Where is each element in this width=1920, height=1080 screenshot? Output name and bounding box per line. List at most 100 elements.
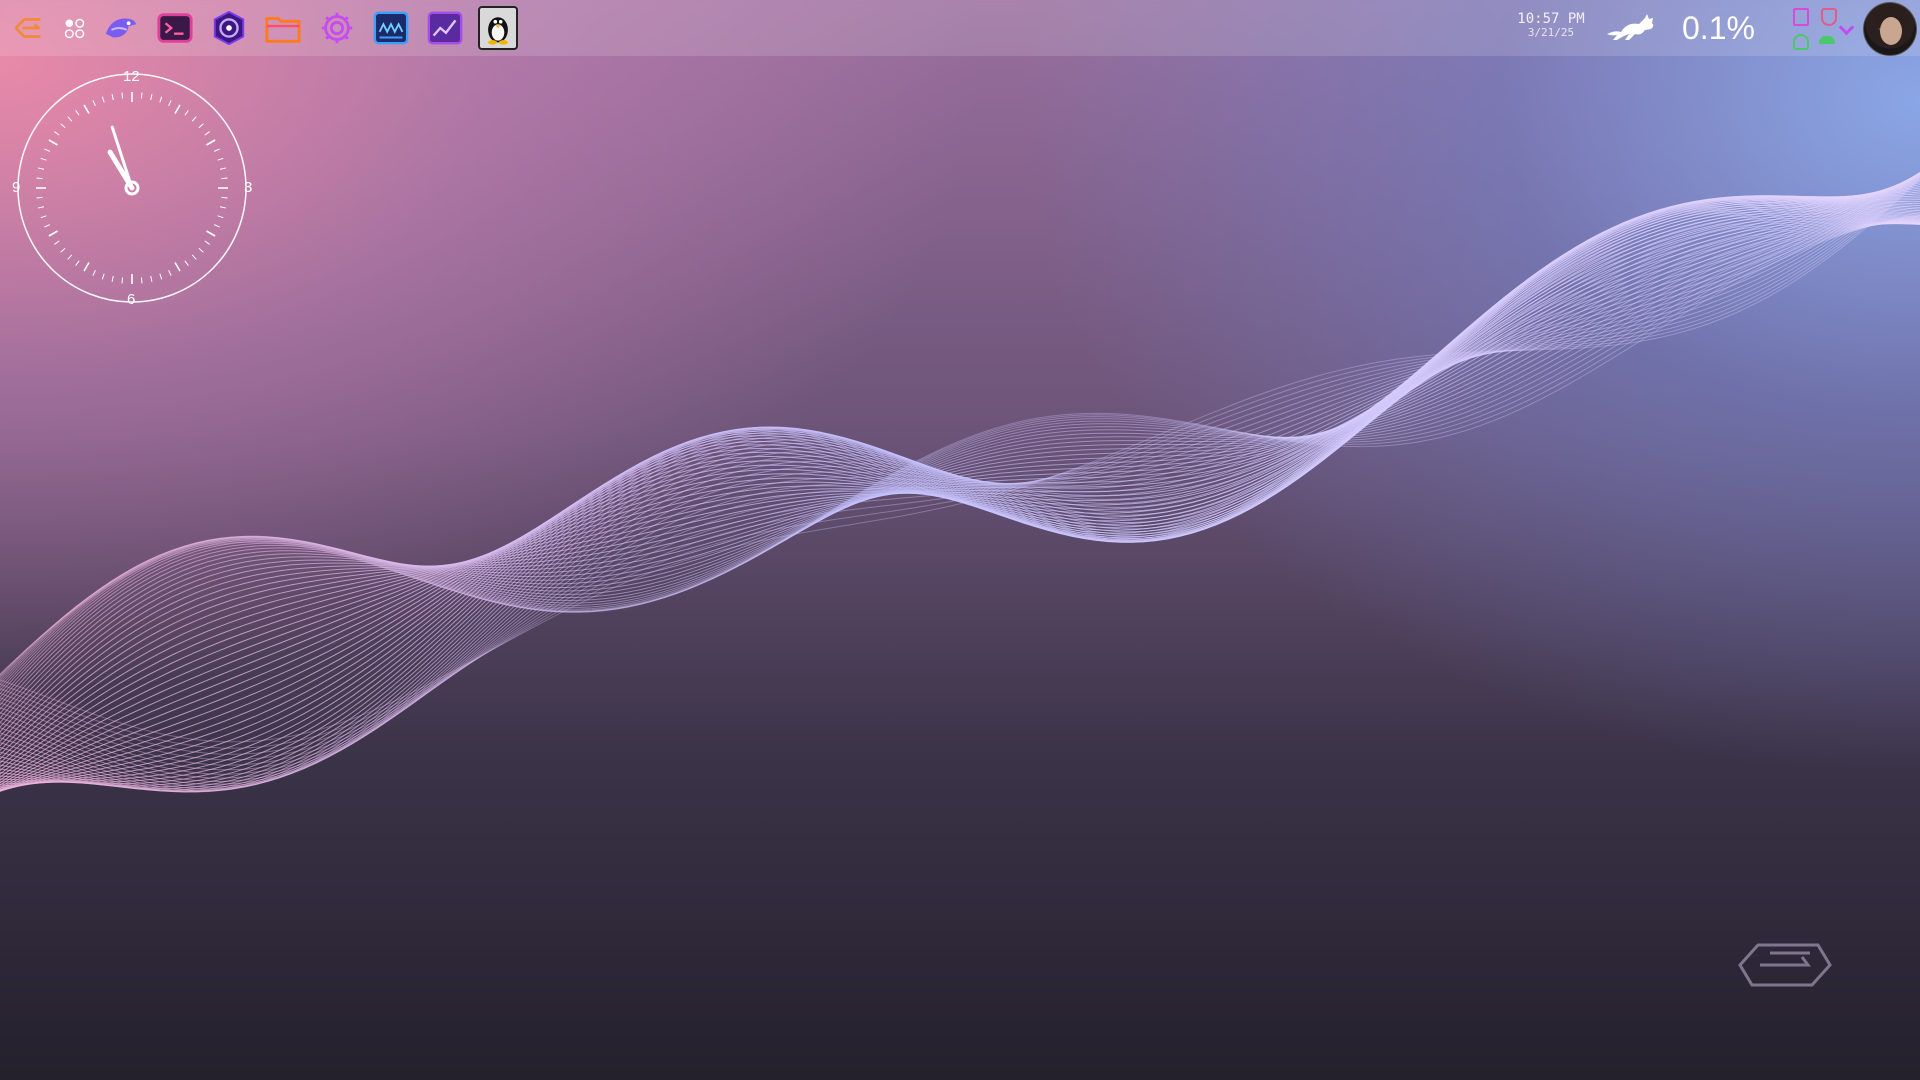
clock-tick — [150, 275, 153, 283]
clock-tick — [111, 93, 114, 101]
top-panel: 10:57 PM 3/21/25 0.1% — [0, 0, 1920, 56]
clock-tick — [67, 116, 73, 122]
clock-face — [17, 73, 247, 303]
wave-line — [0, 215, 1920, 677]
clock-tick — [48, 139, 58, 146]
clock-tick — [54, 131, 60, 136]
system-tray — [1785, 4, 1855, 52]
clock-tick — [67, 254, 73, 260]
clock-tick — [44, 224, 50, 228]
clock-tick — [191, 116, 197, 122]
clock-tick — [217, 157, 224, 161]
assistant-hex-icon[interactable] — [208, 7, 250, 49]
garuda-launcher-icon[interactable] — [8, 7, 50, 49]
clock-tick — [140, 277, 143, 284]
clock-tick — [150, 93, 153, 101]
wave-line — [0, 222, 1920, 699]
wave-line — [0, 217, 1920, 729]
clock-tick — [83, 104, 90, 114]
settings-gear-icon[interactable] — [316, 7, 358, 49]
clock-tick — [37, 206, 45, 209]
clock-tick — [204, 240, 210, 245]
wave-line — [0, 218, 1920, 681]
clock-tick — [92, 270, 96, 276]
clock-tick — [206, 139, 216, 146]
clock-tick — [111, 275, 114, 283]
system-monitor-icon[interactable] — [370, 7, 412, 49]
clock-tick — [217, 215, 224, 219]
clock-tick — [214, 224, 220, 228]
clock-tick — [174, 262, 181, 272]
clock-tick — [101, 96, 105, 103]
wave-line — [0, 213, 1920, 675]
analog-clock-widget: 12 3 6 9 — [12, 68, 254, 308]
clock-tick — [159, 273, 163, 280]
file-manager-icon[interactable] — [262, 7, 304, 49]
cpu-usage-label: 0.1% — [1682, 10, 1755, 46]
clock-tick — [214, 148, 220, 152]
clock-tick — [204, 131, 210, 136]
garuda-corner-logo — [1738, 943, 1832, 987]
clock-tick — [48, 230, 58, 237]
clock-tick — [83, 262, 90, 272]
wave-line — [0, 172, 1920, 783]
clock-tick — [159, 96, 163, 103]
clock-tick — [206, 230, 216, 237]
chevron-down-icon[interactable] — [1838, 19, 1855, 36]
clock-tick — [221, 177, 228, 180]
clock-tick — [168, 270, 172, 276]
clock-tick — [44, 148, 50, 152]
clock-tick — [75, 110, 80, 116]
clock-tick — [37, 167, 45, 170]
wave-line — [0, 171, 1920, 788]
clock-tick — [54, 240, 60, 245]
running-cat-icon[interactable] — [1605, 10, 1657, 46]
clock-tick — [140, 92, 143, 99]
app-grid-icon[interactable] — [62, 7, 88, 49]
clock-tick — [219, 206, 227, 209]
clock-tick — [40, 157, 47, 161]
clipboard-icon[interactable] — [1793, 8, 1809, 26]
clock-tick — [184, 110, 189, 116]
clock-tick — [36, 196, 43, 199]
wave-line — [0, 220, 1920, 686]
clock-tick — [174, 104, 181, 114]
clock-numeral-6: 6 — [127, 291, 136, 308]
panel-date: 3/21/25 — [1527, 26, 1575, 39]
clock-tick — [75, 260, 80, 266]
volume-icon[interactable] — [1793, 34, 1809, 50]
clock-tick — [184, 260, 189, 266]
clock-tick — [60, 247, 66, 253]
panel-clock[interactable]: 10:57 PM 3/21/25 — [1505, 12, 1597, 40]
clock-numeral-3: 3 — [244, 179, 253, 196]
clock-tick — [121, 277, 124, 284]
clock-tick — [168, 100, 172, 106]
wave-line — [0, 223, 1920, 702]
wifi-icon[interactable] — [1819, 36, 1835, 44]
wave-line — [0, 177, 1920, 749]
app-dock — [8, 6, 518, 50]
clock-tick — [40, 215, 47, 219]
clock-tick — [221, 196, 228, 199]
clock-numeral-9: 9 — [12, 179, 21, 196]
clock-tick — [198, 247, 204, 253]
clock-tick — [36, 177, 43, 180]
user-avatar[interactable] — [1863, 2, 1917, 56]
shield-icon[interactable] — [1821, 8, 1837, 26]
clock-tick — [92, 100, 96, 106]
clock-tick — [101, 273, 105, 280]
browser-bird-icon[interactable] — [100, 7, 142, 49]
clock-numeral-12: 12 — [123, 68, 140, 85]
activity-chart-icon[interactable] — [424, 7, 466, 49]
panel-time: 10:57 PM — [1517, 11, 1585, 27]
clock-tick — [219, 167, 227, 170]
clock-tick — [198, 123, 204, 129]
tux-penguin-icon[interactable] — [478, 6, 518, 50]
clock-tick — [60, 123, 66, 129]
clock-tick — [121, 92, 124, 99]
wave-wallpaper — [0, 171, 1920, 793]
wave-lines — [0, 171, 1920, 793]
clock-tick — [191, 254, 197, 260]
terminal-icon[interactable] — [154, 7, 196, 49]
wave-line — [0, 176, 1920, 790]
